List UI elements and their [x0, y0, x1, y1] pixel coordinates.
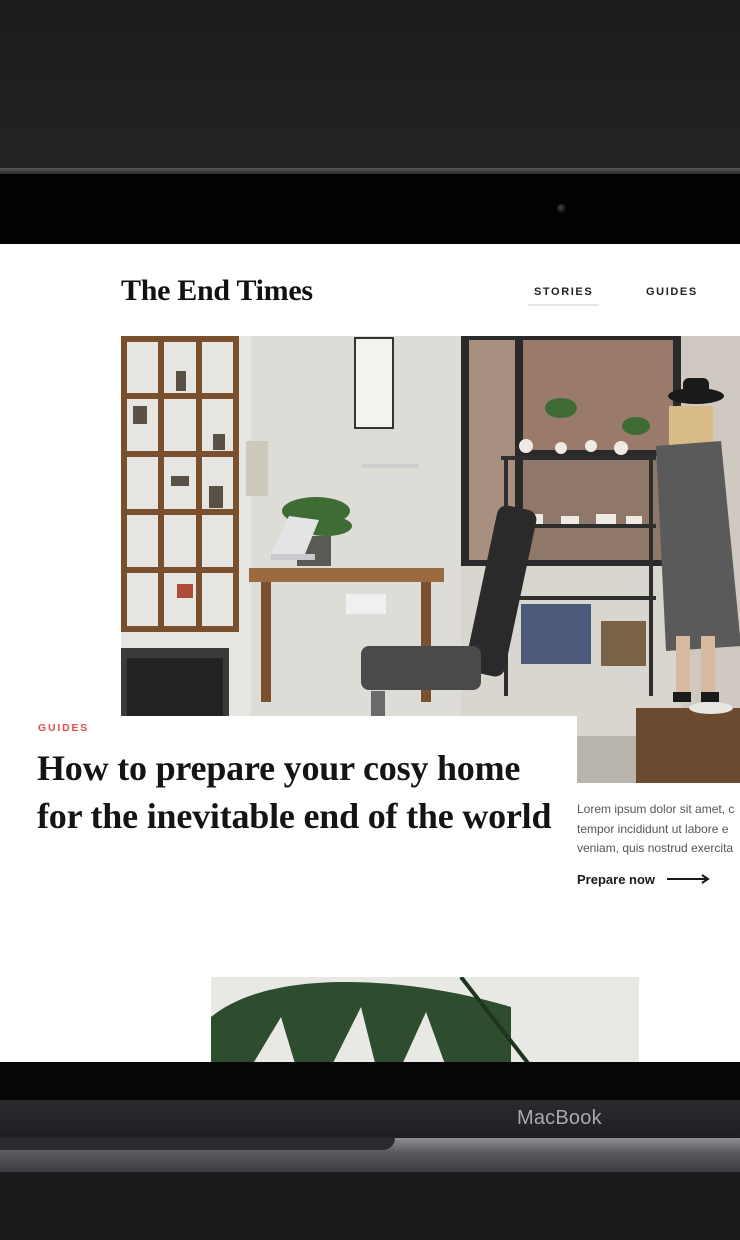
screen-bezel-top	[0, 174, 740, 244]
prepare-now-link[interactable]: Prepare now	[577, 872, 711, 887]
desk-surface	[0, 1172, 740, 1240]
nav-guides[interactable]: GUIDES	[646, 286, 698, 298]
nav-stories[interactable]: STORIES	[527, 286, 600, 306]
plant-photo[interactable]	[211, 977, 639, 1062]
background	[0, 0, 740, 170]
laptop-screen: The End Times STORIES GUIDES GUIDES How …	[0, 244, 740, 1062]
arrow-right-icon	[667, 872, 711, 887]
hinge-notch	[0, 1138, 395, 1150]
macbook-label: MacBook	[517, 1107, 602, 1129]
laptop-chin	[0, 1100, 740, 1138]
article-category[interactable]: GUIDES	[38, 722, 89, 734]
screen-bezel-bottom	[0, 1062, 740, 1100]
cta-label: Prepare now	[577, 872, 656, 887]
webcam-icon	[557, 204, 566, 213]
article-title[interactable]: How to prepare your cosy home for the in…	[37, 744, 557, 840]
article-excerpt: Lorem ipsum dolor sit amet, c tempor inc…	[577, 802, 735, 855]
site-logo[interactable]: The End Times	[121, 274, 313, 308]
